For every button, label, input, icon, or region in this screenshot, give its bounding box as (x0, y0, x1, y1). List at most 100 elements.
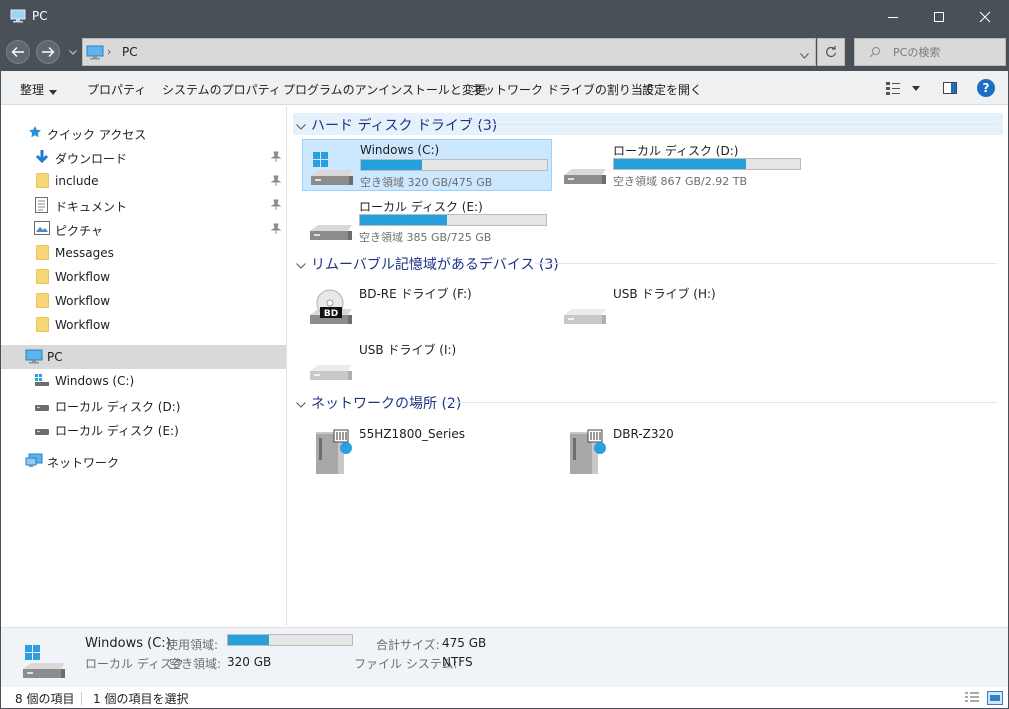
open-settings-button[interactable]: 設定を開く (642, 81, 702, 98)
command-bar: 整理 プロパティ システムのプロパティ プログラムのアンインストールと変更 ネッ… (1, 71, 1008, 105)
nav-label: Workflow (55, 270, 111, 284)
drive-icon (560, 147, 610, 187)
drive-icon (34, 425, 50, 439)
nav-item-include[interactable]: include (1, 170, 286, 192)
change-view-button[interactable] (885, 80, 921, 96)
nav-item-documents[interactable]: ドキュメント (1, 194, 286, 216)
group-header-network[interactable]: ネットワークの場所 (2) (293, 391, 1003, 413)
nav-quick-access[interactable]: クイック アクセス (1, 122, 286, 144)
nav-item-drive-e[interactable]: ローカル ディスク (E:) (1, 418, 286, 440)
usage-bar (360, 159, 548, 171)
close-button[interactable] (962, 1, 1008, 33)
help-button[interactable]: ? (977, 79, 995, 97)
drive-name: Windows (C:) (360, 143, 440, 157)
navigation-pane: クイック アクセス ダウンロード include ドキュメント ピクチャ Mes… (1, 106, 287, 626)
selection-count: 1 個の項目を選択 (93, 692, 189, 706)
close-icon (979, 11, 991, 23)
nav-label: Workflow (55, 318, 111, 332)
tiles-view-icon (987, 691, 1003, 705)
recent-locations-button[interactable] (67, 44, 79, 60)
drive-name: USB ドライブ (I:) (359, 343, 457, 357)
media-server-icon (560, 426, 610, 474)
refresh-button[interactable] (817, 38, 845, 66)
free-space-text: 空き領域 867 GB/2.92 TB (613, 175, 748, 188)
drive-tile-d[interactable]: ローカル ディスク (D:) 空き領域 867 GB/2.92 TB (556, 139, 806, 191)
drive-icon (34, 401, 50, 415)
network-location-tile[interactable]: DBR-Z320 (556, 418, 806, 474)
nav-label: ピクチャ (55, 224, 103, 238)
pin-icon (270, 151, 282, 166)
nav-label: Messages (55, 246, 114, 260)
nav-item-pc[interactable]: PC (1, 345, 286, 369)
details-used-label: 使用領域: (166, 638, 219, 652)
title-bar[interactable]: PC (1, 1, 1008, 33)
search-input[interactable] (893, 44, 1001, 60)
nav-item-workflow[interactable]: Workflow (1, 266, 286, 288)
pin-icon (270, 199, 282, 214)
group-header-hdd[interactable]: ハード ディスク ドライブ (3) (293, 113, 1003, 135)
document-icon (35, 197, 48, 216)
group-title: リムーバブル記憶域があるデバイス (3) (311, 257, 559, 273)
caret-down-icon (49, 84, 58, 98)
large-icons-view-button[interactable] (987, 691, 1003, 705)
uninstall-programs-button[interactable]: プログラムのアンインストールと変更 (283, 81, 486, 98)
address-history-dropdown[interactable] (800, 48, 809, 62)
media-server-icon (306, 426, 356, 474)
minimize-button[interactable] (870, 1, 916, 33)
nav-item-messages[interactable]: Messages (1, 242, 286, 264)
nav-item-network[interactable]: ネットワーク (1, 450, 286, 472)
details-view-button[interactable] (964, 691, 980, 705)
address-bar[interactable]: › PC (82, 38, 816, 66)
search-box[interactable] (854, 38, 1006, 66)
preview-pane-button[interactable] (942, 80, 958, 96)
nav-item-downloads[interactable]: ダウンロード (1, 146, 286, 168)
breadcrumb-separator-icon: › (107, 45, 112, 58)
details-total-value: 475 GB (442, 636, 487, 650)
group-title: ネットワークの場所 (2) (311, 396, 462, 412)
chevron-down-icon (296, 119, 306, 133)
system-properties-button[interactable]: システムのプロパティ (162, 81, 281, 98)
network-location-tile[interactable]: 55HZ1800_Series (302, 418, 552, 474)
organize-label: 整理 (20, 83, 45, 97)
back-button[interactable] (6, 40, 30, 64)
download-arrow-icon (34, 149, 50, 168)
nav-label: include (55, 174, 99, 188)
nav-label: ネットワーク (47, 456, 120, 470)
folder-icon (36, 245, 49, 260)
usage-bar-fill (361, 160, 423, 170)
network-icon (25, 453, 43, 472)
drive-tile-h[interactable]: USB ドライブ (H:) (556, 279, 806, 331)
usage-bar-fill (614, 159, 747, 169)
nav-item-drive-c[interactable]: Windows (C:) (1, 370, 286, 392)
nav-label: ローカル ディスク (D:) (55, 400, 181, 414)
minimize-icon (888, 17, 898, 18)
nav-label: PC (47, 350, 63, 364)
properties-button[interactable]: プロパティ (87, 81, 146, 98)
drive-tile-f[interactable]: BD BD-RE ドライブ (F:) (302, 279, 552, 331)
details-pane: Windows (C:) ローカル ディスク 使用領域: 空き領域: 320 G… (1, 627, 1008, 687)
nav-item-workflow[interactable]: Workflow (1, 290, 286, 312)
folder-icon (36, 317, 49, 332)
bd-badge: BD (324, 309, 338, 319)
group-divider (535, 263, 997, 264)
nav-item-workflow[interactable]: Workflow (1, 314, 286, 336)
drive-tile-e[interactable]: ローカル ディスク (E:) 空き領域 385 GB/725 GB (302, 195, 552, 247)
group-header-removable[interactable]: リムーバブル記憶域があるデバイス (3) (293, 252, 1003, 274)
pc-icon (10, 9, 26, 26)
explorer-window: PC › PC PCの検索 整理 プロパティ システムのプロパティ プログラムの… (0, 0, 1009, 709)
windows-drive-icon (34, 373, 50, 390)
content-area: ハード ディスク ドライブ (3) Windows (C:) 空き領域 320 … (288, 106, 1008, 626)
nav-item-drive-d[interactable]: ローカル ディスク (D:) (1, 394, 286, 416)
drive-tile-i[interactable]: USB ドライブ (I:) (302, 335, 552, 387)
breadcrumb-pc[interactable]: PC (122, 45, 138, 59)
chevron-down-icon (800, 53, 809, 59)
free-space-text: 空き領域 320 GB/475 GB (360, 176, 493, 189)
forward-button[interactable] (36, 40, 60, 64)
organize-menu[interactable]: 整理 (20, 81, 58, 98)
maximize-button[interactable] (916, 1, 962, 33)
nav-label: ローカル ディスク (E:) (55, 424, 179, 438)
drive-tile-c[interactable]: Windows (C:) 空き領域 320 GB/475 GB (302, 139, 552, 191)
map-network-drive-button[interactable]: ネットワーク ドライブの割り当て (471, 81, 655, 98)
window-title: PC (32, 9, 48, 23)
nav-item-pictures[interactable]: ピクチャ (1, 218, 286, 240)
